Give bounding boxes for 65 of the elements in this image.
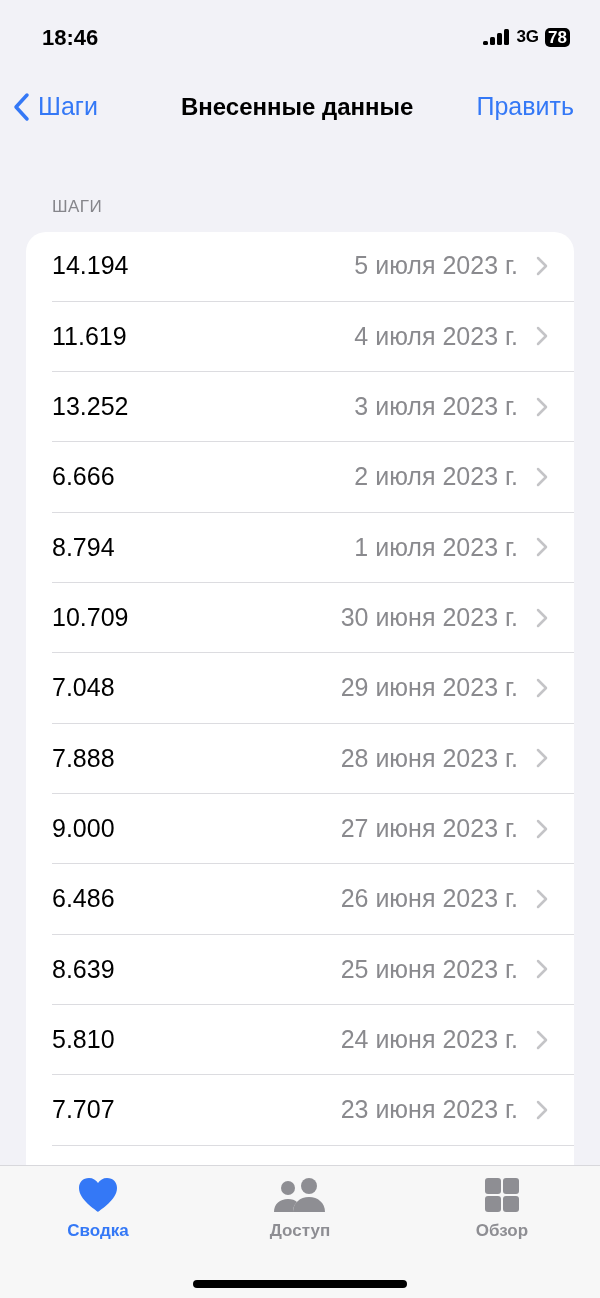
network-label: 3G [516, 26, 540, 49]
entry-date: 24 июня 2023 г. [340, 1024, 518, 1055]
chevron-right-icon [536, 467, 548, 488]
chevron-right-icon [536, 256, 548, 277]
step-count: 10.709 [52, 602, 130, 634]
battery-indicator: 78 [545, 27, 570, 47]
edit-button[interactable]: Править [476, 88, 574, 126]
entry-row[interactable]: 6.666 2 июля 2023 г. [52, 442, 574, 513]
heart-icon [79, 1178, 117, 1212]
step-count: 11.619 [52, 320, 128, 352]
step-count: 13.252 [52, 391, 130, 423]
step-count: 6.666 [52, 461, 116, 493]
step-count: 14.194 [52, 250, 130, 282]
entry-date: 1 июля 2023 г. [354, 531, 518, 563]
step-count: 8.639 [52, 953, 116, 985]
chevron-right-icon [536, 537, 548, 558]
chevron-right-icon [536, 1100, 548, 1121]
entry-date: 5 июля 2023 г. [354, 250, 518, 282]
nav-title: Внесенные данные [180, 92, 414, 122]
tab-item[interactable]: Сводка [46, 1178, 150, 1244]
entry-row[interactable]: 7.707 23 июня 2023 г. [52, 1075, 574, 1146]
entry-row[interactable]: 11.619 4 июля 2023 г. [52, 301, 574, 373]
entry-date: 4 июля 2023 г. [354, 320, 518, 352]
chevron-left-icon [12, 92, 30, 122]
entry-date: 25 июня 2023 г. [340, 953, 518, 985]
entry-date: 30 июня 2023 г. [340, 602, 518, 634]
entry-row[interactable]: 13.252 3 июля 2023 г. [52, 372, 574, 443]
step-count: 8.794 [52, 531, 116, 563]
chevron-right-icon [536, 678, 548, 699]
entry-date: 28 июня 2023 г. [340, 742, 518, 774]
entry-row[interactable]: 5.810 24 июня 2023 г. [52, 1005, 574, 1076]
entry-row[interactable]: 9.000 27 июня 2023 г. [52, 794, 574, 865]
chevron-right-icon [536, 1029, 548, 1050]
chevron-right-icon [536, 959, 548, 980]
entry-row[interactable]: 7.048 29 июня 2023 г. [52, 653, 574, 724]
chevron-right-icon [536, 748, 548, 769]
entry-date: 27 июня 2023 г. [340, 813, 518, 845]
step-count: 7.707 [52, 1094, 116, 1126]
entry-date: 29 июня 2023 г. [340, 672, 518, 704]
step-count: 5.810 [52, 1024, 116, 1055]
status-time: 18:46 [42, 23, 99, 52]
entry-row[interactable]: 10.709 30 июня 2023 г. [52, 583, 574, 654]
back-button[interactable]: Шаги [12, 88, 98, 126]
step-count: 7.888 [52, 742, 116, 774]
people-icon [274, 1178, 326, 1212]
grid-icon [485, 1178, 519, 1212]
chevron-right-icon [536, 326, 548, 347]
entry-row[interactable]: 8.794 1 июля 2023 г. [52, 512, 574, 584]
entry-date: 2 июля 2023 г. [354, 461, 518, 493]
entry-row[interactable]: 6.486 26 июня 2023 г. [52, 864, 574, 935]
chevron-right-icon [536, 889, 548, 910]
signal-icon [483, 29, 511, 45]
entry-date: 23 июня 2023 г. [340, 1094, 518, 1126]
section-header: ШАГИ [51, 196, 104, 218]
entry-row[interactable]: 14.194 5 июля 2023 г. [52, 231, 574, 302]
chevron-right-icon [536, 396, 548, 417]
entry-date: 3 июля 2023 г. [354, 391, 518, 423]
chevron-right-icon [536, 607, 548, 628]
step-count: 7.048 [52, 672, 116, 704]
step-count: 6.486 [52, 883, 116, 915]
chevron-right-icon [536, 818, 548, 839]
entry-row[interactable]: 7.888 28 июня 2023 г. [52, 723, 574, 795]
step-count: 9.000 [52, 813, 116, 845]
entry-row[interactable]: 8.639 25 июня 2023 г. [52, 934, 574, 1006]
entry-date: 26 июня 2023 г. [340, 883, 518, 915]
